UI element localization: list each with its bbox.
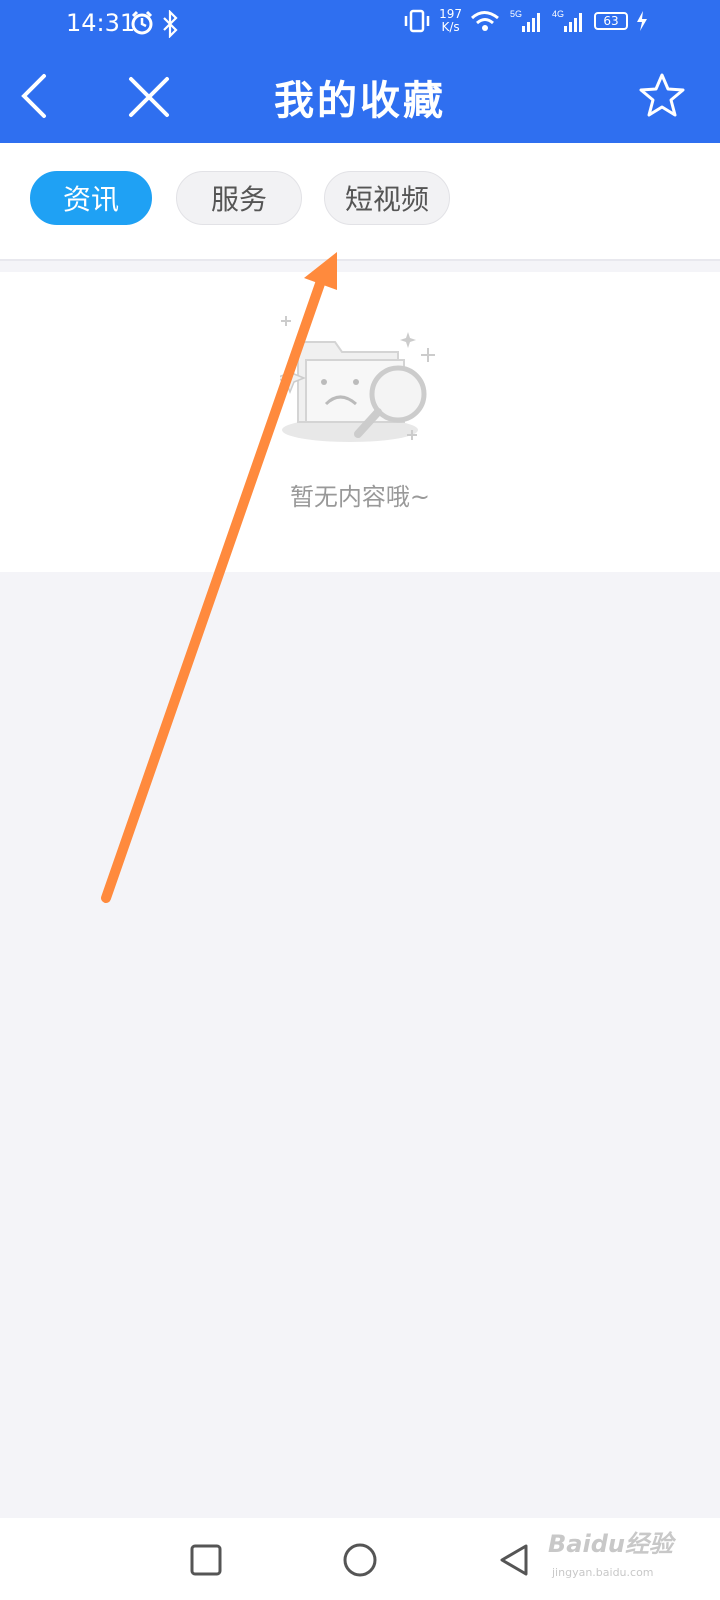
- empty-state: 暂无内容哦~: [0, 272, 720, 572]
- vibrate-icon: [404, 9, 430, 33]
- charging-icon: [637, 11, 647, 31]
- status-time: 14:31: [66, 9, 136, 37]
- tab-short-videos[interactable]: 短视频: [324, 171, 450, 225]
- category-tabs: 资讯 服务 短视频: [0, 143, 720, 261]
- back-triangle-icon[interactable]: [492, 1538, 536, 1582]
- network-speed: 197 K/s: [439, 8, 462, 34]
- battery-icon: 63: [594, 12, 628, 30]
- watermark-logo: Baidu经验: [548, 1530, 673, 1558]
- svg-text:5G: 5G: [510, 9, 522, 19]
- signal-4g-icon: 4G: [552, 9, 582, 32]
- tab-label: 资讯: [62, 183, 119, 216]
- watermark-url: jingyan.baidu.com: [552, 1566, 654, 1579]
- status-icons-left: [131, 10, 178, 38]
- svg-text:4G: 4G: [552, 9, 564, 19]
- status-icons-right: 197 K/s 5G 4G 63: [403, 8, 648, 34]
- signal-5g-icon: 5G: [510, 9, 540, 32]
- tab-services[interactable]: 服务: [176, 171, 302, 225]
- empty-message: 暂无内容哦~: [289, 483, 431, 511]
- wifi-icon: [470, 11, 499, 31]
- page-title: 我的收藏: [274, 77, 446, 124]
- tab-news[interactable]: 资讯: [30, 171, 152, 225]
- tab-label: 短视频: [344, 183, 429, 216]
- alarm-icon: [131, 10, 153, 35]
- nav-bar: 我的收藏: [0, 48, 720, 143]
- network-speed-unit: K/s: [441, 20, 460, 34]
- status-bar: 14:31 197 K/s 5G 4G 63: [0, 0, 720, 48]
- empty-folder-search-icon: [280, 316, 435, 442]
- recent-apps-icon[interactable]: [184, 1538, 228, 1582]
- home-icon[interactable]: [338, 1538, 382, 1582]
- tab-label: 服务: [210, 183, 267, 216]
- app-header: 14:31 197 K/s 5G 4G 63 我的收藏: [0, 0, 720, 143]
- bluetooth-icon: [163, 10, 178, 38]
- star-outline-icon[interactable]: [638, 72, 686, 120]
- battery-level: 63: [603, 14, 619, 28]
